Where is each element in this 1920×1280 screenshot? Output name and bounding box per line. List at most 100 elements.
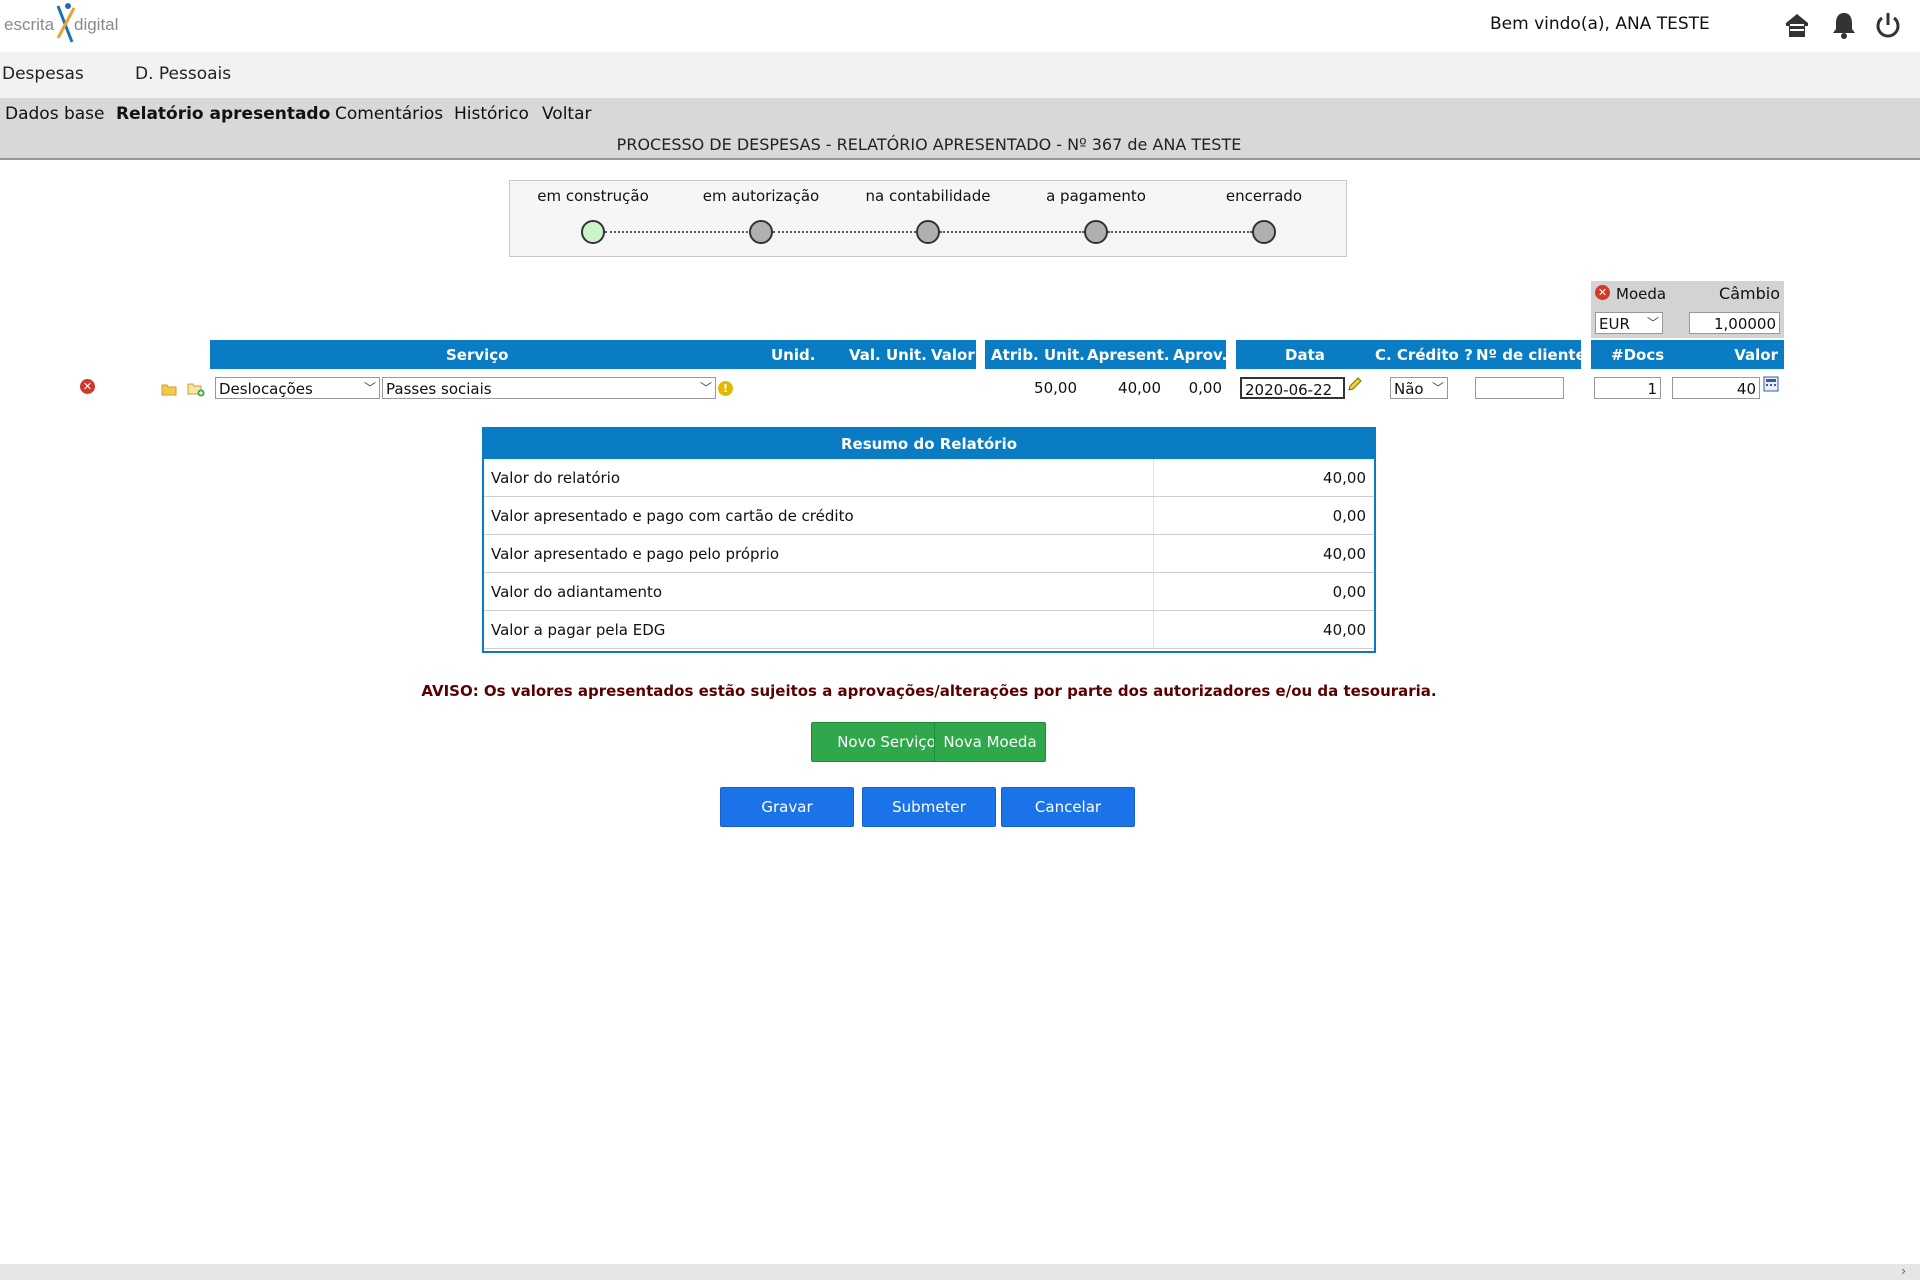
summary-row: Valor apresentado e pago pelo próprio 40… (484, 535, 1374, 573)
logo-text-right: digital (74, 15, 118, 34)
table-header-service: Serviço Unid. Val. Unit. Valor (210, 340, 976, 369)
summary-title: Resumo do Relatório (484, 429, 1374, 459)
table-header-details: Data C. Crédito ? Nº de cliente (1236, 340, 1586, 369)
step-label-em-construcao: em construção (537, 187, 649, 205)
tab-dados-base[interactable]: Dados base (5, 104, 105, 124)
cancel-button[interactable]: Cancelar (1001, 787, 1135, 827)
summary-row: Valor do relatório 40,00 (484, 459, 1374, 497)
chevron-down-icon: ﹀ (699, 381, 712, 395)
delete-row-icon[interactable]: ✕ (80, 379, 95, 394)
credit-card-select-value: Não (1394, 380, 1424, 398)
col-header-n-cliente: Nº de cliente (1476, 346, 1586, 364)
folder-icon[interactable] (161, 381, 177, 400)
apresent-value: 40,00 (1118, 379, 1161, 397)
currency-select-value: EUR (1599, 315, 1630, 333)
exchange-rate-input[interactable]: 1,00000 (1689, 312, 1780, 334)
horizontal-scrollbar[interactable]: › (0, 1264, 1920, 1280)
new-currency-button[interactable]: Nova Moeda (934, 722, 1046, 762)
chevron-down-icon: ﹀ (1431, 381, 1444, 395)
menu-item-d-pessoais[interactable]: D. Pessoais (135, 64, 231, 84)
summary-row-label: Valor apresentado e pago com cartão de c… (491, 507, 854, 525)
col-header-data: Data (1285, 346, 1325, 364)
step-connector (940, 231, 1084, 233)
col-header-apresent: Apresent. (1087, 346, 1170, 364)
summary-row-label: Valor do adiantamento (491, 583, 663, 601)
step-dot (749, 220, 773, 244)
category-select-value: Deslocações (219, 380, 313, 398)
cambio-label: Câmbio (1719, 284, 1780, 303)
step-dot (1252, 220, 1276, 244)
col-header-unid: Unid. (771, 346, 816, 364)
summary-row-value: 0,00 (1332, 583, 1366, 601)
summary-row: Valor apresentado e pago com cartão de c… (484, 497, 1374, 535)
logo: escrita digital (2, 0, 132, 50)
remove-currency-icon[interactable]: ✕ (1595, 285, 1610, 300)
tab-relatorio-apresentado[interactable]: Relatório apresentado (116, 104, 330, 124)
summary-row-value: 40,00 (1323, 621, 1366, 639)
summary-row-label: Valor apresentado e pago pelo próprio (491, 545, 780, 563)
tab-historico[interactable]: Histórico (454, 104, 529, 124)
summary-row-label: Valor do relatório (491, 469, 621, 487)
report-summary: Resumo do Relatório Valor do relatório 4… (482, 427, 1376, 653)
step-label-na-contabilidade: na contabilidade (865, 187, 991, 205)
col-header-val-unit: Val. Unit. (849, 346, 927, 364)
moeda-label: Moeda (1616, 285, 1667, 303)
col-header-atrib-unit: Atrib. Unit. (991, 346, 1085, 364)
summary-row: Valor do adiantamento 0,00 (484, 573, 1374, 611)
power-icon[interactable] (1873, 10, 1903, 40)
warning-notice: AVISO: Os valores apresentados estão suj… (421, 682, 1437, 700)
date-input[interactable]: 2020-06-22 (1240, 377, 1345, 399)
bell-icon[interactable] (1829, 10, 1859, 40)
menu-item-despesas[interactable]: Despesas (2, 64, 84, 84)
service-select-value: Passes sociais (386, 380, 492, 398)
credit-card-select[interactable]: Não ﹀ (1390, 377, 1448, 399)
tab-comentarios[interactable]: Comentários (335, 104, 443, 124)
step-dot (1084, 220, 1108, 244)
info-icon[interactable]: ! (718, 381, 733, 396)
home-icon[interactable] (1782, 10, 1812, 40)
col-header-aprov: Aprov. (1173, 346, 1228, 364)
col-header-c-credito: C. Crédito ? (1375, 346, 1473, 364)
atrib-unit-value: 50,00 (1034, 379, 1077, 397)
col-header-valor-moeda: Valor (1734, 346, 1778, 364)
step-dot-current (581, 220, 605, 244)
step-connector (773, 231, 916, 233)
calculator-icon[interactable] (1763, 376, 1779, 396)
amount-input[interactable]: 40 (1672, 377, 1760, 399)
aprov-value: 0,00 (1188, 379, 1222, 397)
welcome-message: Bem vindo(a), ANA TESTE (1490, 14, 1710, 34)
step-label-em-autorizacao: em autorização (702, 187, 820, 205)
chevron-down-icon: ﹀ (1646, 316, 1659, 330)
step-dot (916, 220, 940, 244)
step-label-a-pagamento: a pagamento (1046, 187, 1146, 205)
pencil-icon[interactable] (1347, 376, 1363, 396)
col-header-servico: Serviço (446, 346, 509, 364)
logo-text-left: escrita (4, 15, 55, 34)
page-title: PROCESSO DE DESPESAS - RELATÓRIO APRESEN… (616, 135, 1242, 154)
col-header-valor: Valor (931, 346, 975, 364)
service-select[interactable]: Passes sociais ﹀ (382, 377, 716, 399)
tab-voltar[interactable]: Voltar (542, 104, 592, 124)
chevron-right-icon[interactable]: › (1901, 1264, 1906, 1278)
step-label-encerrado: encerrado (1225, 187, 1303, 205)
step-connector (605, 231, 752, 233)
submit-button[interactable]: Submeter (862, 787, 996, 827)
save-button[interactable]: Gravar (720, 787, 854, 827)
chevron-down-icon: ﹀ (363, 381, 376, 395)
summary-row-value: 40,00 (1323, 545, 1366, 563)
summary-row-value: 0,00 (1332, 507, 1366, 525)
col-header-n-docs: #Docs (1611, 346, 1665, 364)
table-header-docs: #Docs Valor (1591, 340, 1784, 369)
category-select[interactable]: Deslocações ﹀ (215, 377, 380, 399)
summary-row: Valor a pagar pela EDG 40,00 (484, 611, 1374, 649)
summary-row-value: 40,00 (1323, 469, 1366, 487)
folder-add-icon[interactable] (187, 381, 205, 401)
currency-select[interactable]: EUR ﹀ (1595, 312, 1663, 334)
client-number-input[interactable] (1475, 377, 1564, 399)
docs-count-input[interactable]: 1 (1594, 377, 1661, 399)
currency-panel: ✕ Moeda Câmbio EUR ﹀ 1,00000 (1591, 281, 1784, 338)
summary-row-label: Valor a pagar pela EDG (491, 621, 666, 639)
table-header-amounts: Atrib. Unit. Apresent. Aprov. (985, 340, 1228, 369)
step-connector (1108, 231, 1252, 233)
main-menu: Despesas D. Pessoais (0, 52, 1920, 98)
